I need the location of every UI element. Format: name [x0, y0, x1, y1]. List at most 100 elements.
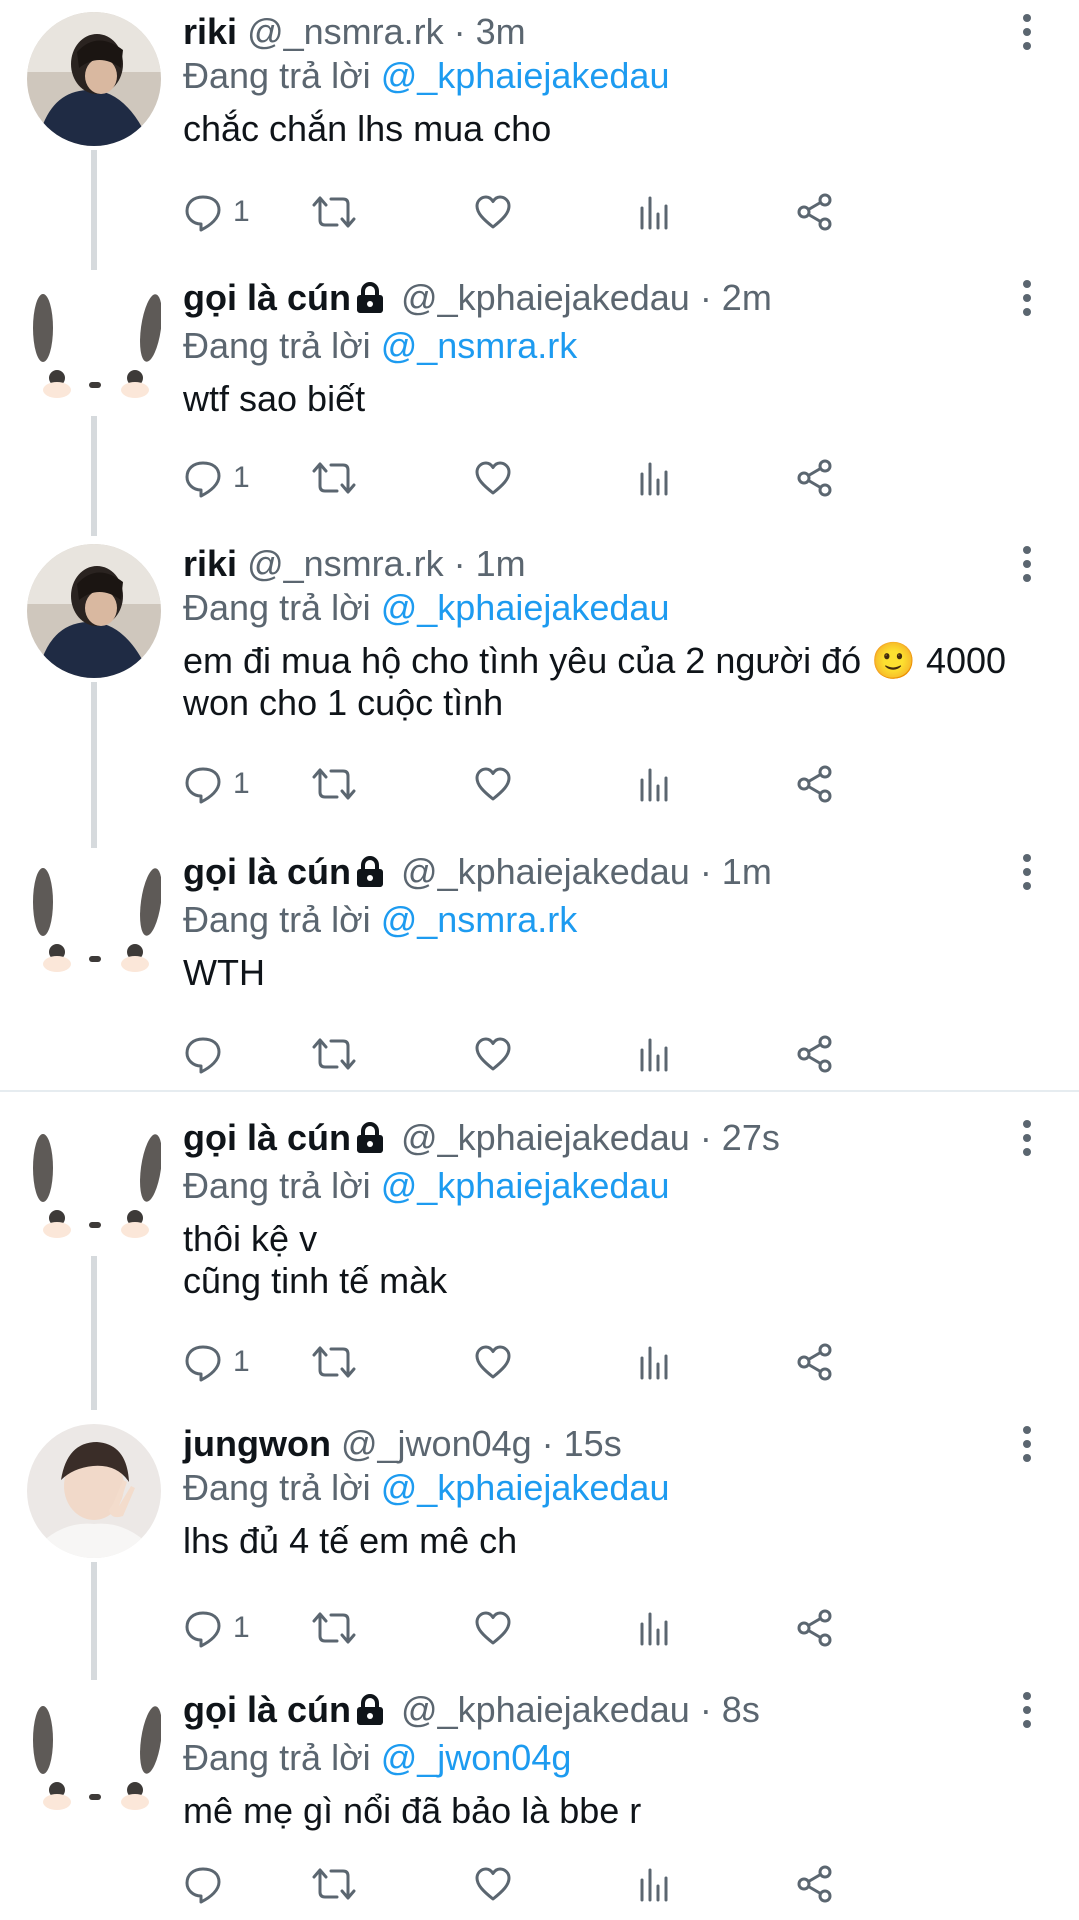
tweet[interactable]: gọi là cún @_kphaiejakedau · 8s Đang trả…	[0, 1678, 1079, 1920]
reply-thread: riki @_nsmra.rk · 3m Đang trả lời @_kpha…	[0, 0, 1079, 1920]
reply-mention[interactable]: @_jwon04g	[381, 1737, 572, 1778]
heart-icon	[473, 1864, 513, 1904]
analytics-icon	[638, 458, 672, 498]
reply-mention[interactable]: @_kphaiejakedau	[381, 587, 670, 628]
replying-label: Đang trả lời	[183, 1737, 371, 1778]
analytics-button[interactable]	[638, 1598, 672, 1658]
like-button[interactable]	[473, 182, 513, 242]
reply-mention[interactable]: @_nsmra.rk	[381, 325, 578, 366]
display-name[interactable]: gọi là cún	[183, 1689, 351, 1730]
timestamp[interactable]: · 2m	[700, 277, 772, 318]
avatar-goi-la-cun[interactable]	[27, 852, 161, 986]
user-handle[interactable]: @_kphaiejakedau	[401, 1117, 690, 1158]
avatar-goi-la-cun[interactable]	[27, 1690, 161, 1824]
reply-button[interactable]: 1	[183, 1332, 250, 1392]
retweet-button[interactable]	[311, 1598, 357, 1658]
analytics-icon	[638, 192, 672, 232]
tweet[interactable]: gọi là cún @_kphaiejakedau · 27s Đang tr…	[0, 1106, 1079, 1410]
avatar-goi-la-cun[interactable]	[27, 1118, 161, 1252]
tweet[interactable]: riki @_nsmra.rk · 3m Đang trả lời @_kpha…	[0, 0, 1079, 270]
share-icon	[795, 1034, 835, 1074]
more-options-icon[interactable]	[1019, 1120, 1035, 1160]
display-name[interactable]: riki	[183, 11, 237, 52]
analytics-button[interactable]	[638, 1332, 672, 1392]
reply-mention[interactable]: @_nsmra.rk	[381, 899, 578, 940]
timestamp[interactable]: · 3m	[454, 11, 526, 52]
reply-button[interactable]	[183, 1024, 223, 1084]
retweet-button[interactable]	[311, 1024, 357, 1084]
display-name[interactable]: gọi là cún	[183, 851, 351, 892]
user-handle[interactable]: @_kphaiejakedau	[401, 277, 690, 318]
more-options-icon[interactable]	[1019, 14, 1035, 54]
analytics-button[interactable]	[638, 182, 672, 242]
reply-button[interactable]	[183, 1854, 223, 1914]
more-options-icon[interactable]	[1019, 854, 1035, 894]
more-options-icon[interactable]	[1019, 280, 1035, 320]
tweet[interactable]: gọi là cún @_kphaiejakedau · 1m Đang trả…	[0, 840, 1079, 1090]
share-button[interactable]	[795, 1332, 835, 1392]
analytics-button[interactable]	[638, 754, 672, 814]
share-button[interactable]	[795, 448, 835, 508]
user-handle[interactable]: @_kphaiejakedau	[401, 1689, 690, 1730]
user-handle[interactable]: @_kphaiejakedau	[401, 851, 690, 892]
display-name[interactable]: riki	[183, 543, 237, 584]
timestamp[interactable]: · 1m	[454, 543, 526, 584]
share-button[interactable]	[795, 1024, 835, 1084]
reply-button[interactable]: 1	[183, 1598, 250, 1658]
avatar-goi-la-cun[interactable]	[27, 278, 161, 412]
avatar-jungwon[interactable]	[27, 1424, 161, 1558]
display-name[interactable]: gọi là cún	[183, 1117, 351, 1158]
timestamp[interactable]: · 15s	[542, 1423, 622, 1464]
like-button[interactable]	[473, 448, 513, 508]
more-options-icon[interactable]	[1019, 1426, 1035, 1466]
analytics-button[interactable]	[638, 1024, 672, 1084]
like-button[interactable]	[473, 754, 513, 814]
timestamp[interactable]: · 8s	[700, 1689, 760, 1730]
retweet-button[interactable]	[311, 448, 357, 508]
user-handle[interactable]: @_jwon04g	[341, 1423, 532, 1464]
tweet[interactable]: gọi là cún @_kphaiejakedau · 2m Đang trả…	[0, 266, 1079, 536]
reply-count: 1	[233, 1345, 250, 1378]
analytics-button[interactable]	[638, 448, 672, 508]
reply-mention[interactable]: @_kphaiejakedau	[381, 1165, 670, 1206]
tweet-body: riki @_nsmra.rk · 1m Đang trả lời @_kpha…	[183, 542, 1009, 724]
reply-button[interactable]: 1	[183, 754, 250, 814]
like-button[interactable]	[473, 1024, 513, 1084]
heart-icon	[473, 1034, 513, 1074]
tweet-body: gọi là cún @_kphaiejakedau · 8s Đang trả…	[183, 1688, 1009, 1832]
avatar-riki[interactable]	[27, 12, 161, 146]
retweet-button[interactable]	[311, 182, 357, 242]
lock-icon	[355, 1692, 385, 1736]
user-handle[interactable]: @_nsmra.rk	[247, 11, 444, 52]
analytics-icon	[638, 1864, 672, 1904]
timestamp[interactable]: · 1m	[700, 851, 772, 892]
analytics-button[interactable]	[638, 1854, 672, 1914]
more-options-icon[interactable]	[1019, 546, 1035, 586]
reply-icon	[183, 1864, 223, 1904]
tweet-body: gọi là cún @_kphaiejakedau · 2m Đang trả…	[183, 276, 1009, 420]
share-button[interactable]	[795, 1598, 835, 1658]
like-button[interactable]	[473, 1332, 513, 1392]
share-button[interactable]	[795, 1854, 835, 1914]
more-options-icon[interactable]	[1019, 1692, 1035, 1732]
reply-mention[interactable]: @_kphaiejakedau	[381, 55, 670, 96]
reply-mention[interactable]: @_kphaiejakedau	[381, 1467, 670, 1508]
retweet-button[interactable]	[311, 1854, 357, 1914]
avatar-riki[interactable]	[27, 544, 161, 678]
like-button[interactable]	[473, 1854, 513, 1914]
tweet-header: gọi là cún @_kphaiejakedau · 27s	[183, 1116, 1009, 1164]
retweet-button[interactable]	[311, 754, 357, 814]
tweet[interactable]: jungwon @_jwon04g · 15s Đang trả lời @_k…	[0, 1412, 1079, 1680]
share-button[interactable]	[795, 754, 835, 814]
reply-button[interactable]: 1	[183, 448, 250, 508]
heart-icon	[473, 192, 513, 232]
retweet-button[interactable]	[311, 1332, 357, 1392]
tweet[interactable]: riki @_nsmra.rk · 1m Đang trả lời @_kpha…	[0, 532, 1079, 848]
timestamp[interactable]: · 27s	[700, 1117, 780, 1158]
display-name[interactable]: gọi là cún	[183, 277, 351, 318]
user-handle[interactable]: @_nsmra.rk	[247, 543, 444, 584]
like-button[interactable]	[473, 1598, 513, 1658]
share-button[interactable]	[795, 182, 835, 242]
display-name[interactable]: jungwon	[183, 1423, 331, 1464]
reply-button[interactable]: 1	[183, 182, 250, 242]
